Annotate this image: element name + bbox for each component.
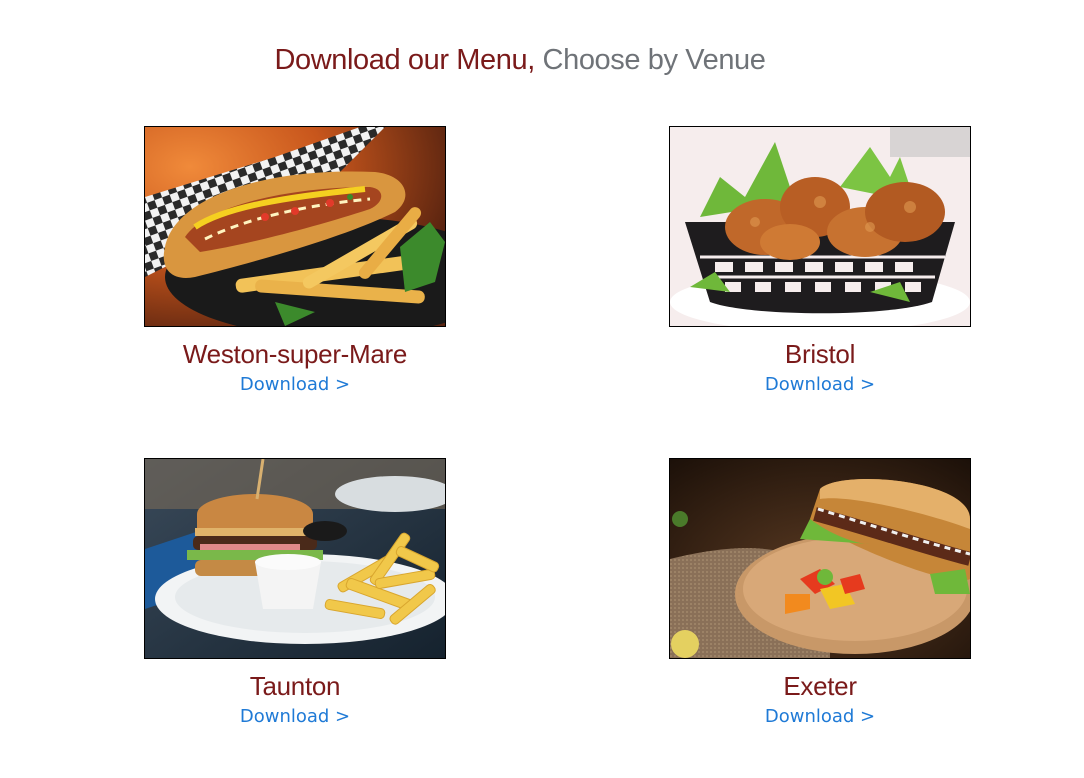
page-title: Download our Menu, Choose by Venue [0,44,1040,77]
page-title-secondary: Choose by Venue [542,44,766,76]
hotdog-and-fries-photo [144,126,446,327]
venue-name: Weston-super-Mare [182,339,408,369]
venue-name: Exeter [783,671,857,701]
fried-chicken-basket-photo [669,126,971,327]
venue-card-weston-super-mare: Weston-super-Mare Download > [144,126,446,397]
venue-card-exeter: Exeter Download > [669,458,971,729]
venue-card-taunton: Taunton Download > [144,458,446,729]
download-menu-link-exeter[interactable]: Download > [765,705,875,729]
download-menu-link-bristol[interactable]: Download > [765,373,875,397]
venue-name: Bristol [784,339,856,369]
venue-card-bristol: Bristol Download > [669,126,971,397]
download-menu-link-weston-super-mare[interactable]: Download > [240,373,350,397]
venue-name: Taunton [249,671,341,701]
sub-sandwich-photo [669,458,971,659]
download-menu-link-taunton[interactable]: Download > [240,705,350,729]
page-title-primary: Download our Menu, [274,44,535,76]
burger-and-fries-photo [144,458,446,659]
